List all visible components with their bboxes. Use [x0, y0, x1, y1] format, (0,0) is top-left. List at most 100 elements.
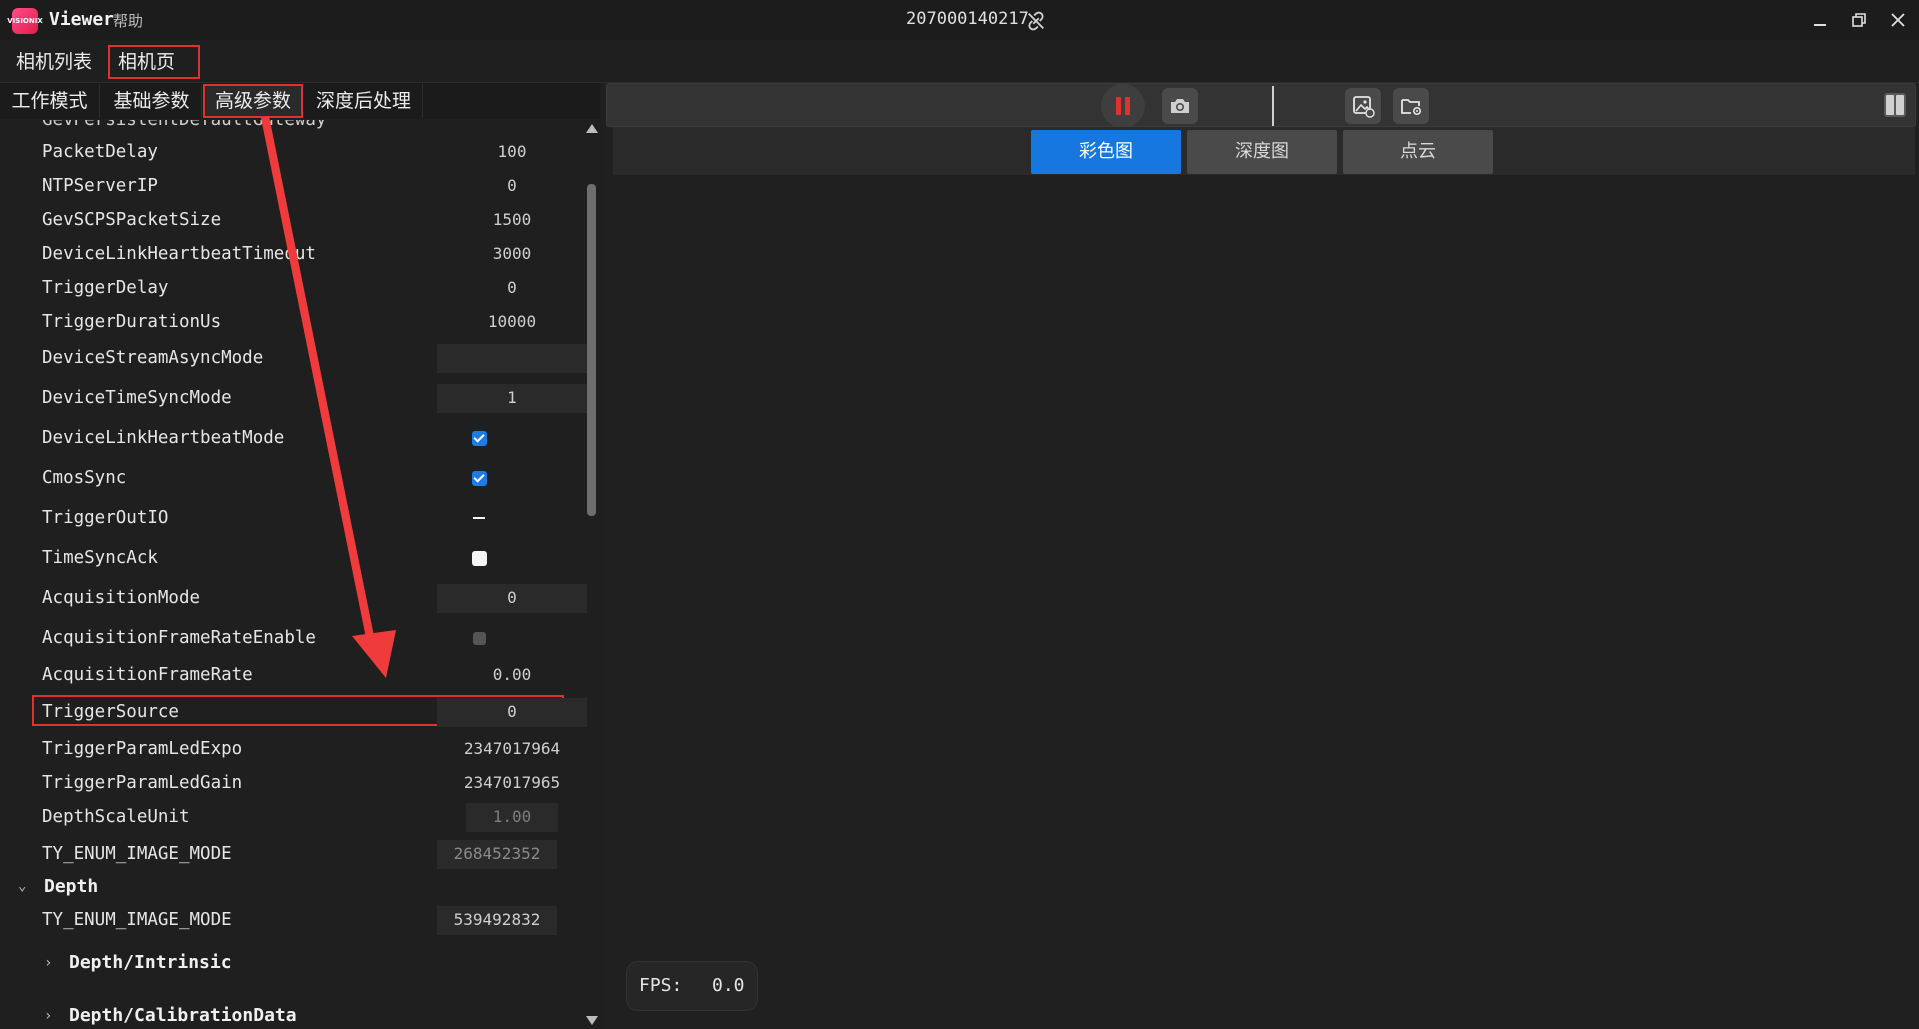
fps-value: 0.0	[712, 975, 745, 996]
chevron-down-icon[interactable]: ⌄	[18, 878, 26, 894]
title-bar: VISIONIX Viewer 帮助 207000140217	[0, 0, 1919, 40]
param-name: AcquisitionMode	[42, 588, 201, 608]
param-row-led-expo: TriggerParamLedExpo 2347017964	[0, 735, 590, 765]
param-name: TriggerParamLedExpo	[42, 739, 243, 759]
camera-serial: 207000140217	[906, 9, 1029, 29]
param-name: TY_ENUM_IMAGE_MODE	[42, 910, 232, 930]
param-value[interactable]: 3000	[437, 244, 587, 263]
param-value[interactable]: 100	[437, 142, 587, 161]
tab-point-cloud[interactable]: 点云	[1343, 130, 1493, 174]
param-value: 0	[507, 702, 517, 721]
param-row-frame-rate-enable: AcquisitionFrameRateEnable	[0, 624, 590, 654]
minimize-icon[interactable]	[1808, 8, 1832, 32]
param-row-trigger-out-io: TriggerOutIO	[0, 504, 590, 534]
scroll-down-icon[interactable]	[586, 1016, 598, 1025]
chevron-right-icon[interactable]: ›	[44, 955, 52, 971]
param-row-heartbeat-timeout: DeviceLinkHeartbeatTimeout 3000	[0, 240, 590, 270]
param-row-trigger-duration: TriggerDurationUs 10000	[0, 308, 590, 338]
toolbar-separator	[1272, 86, 1274, 126]
param-value[interactable]: 1500	[437, 210, 587, 229]
tab-advanced-params[interactable]: 高级参数	[203, 84, 303, 118]
param-checkbox-checked[interactable]	[472, 471, 487, 486]
param-name: DeviceStreamAsyncMode	[42, 348, 264, 368]
tab-basic-params[interactable]: 基础参数	[102, 84, 202, 118]
group-title-depth-calibration[interactable]: Depth/CalibrationData	[69, 1005, 297, 1026]
close-icon[interactable]	[1886, 8, 1910, 32]
parameter-panel: GevPersistentDefaultGateway PacketDelay …	[0, 120, 600, 1029]
camera-icon	[1171, 99, 1189, 113]
param-row-time-sync-ack: TimeSyncAck	[0, 544, 590, 574]
scrollbar[interactable]	[584, 120, 600, 1029]
preview-toolbar	[606, 83, 1916, 128]
param-name: TimeSyncAck	[42, 548, 158, 568]
param-row-packet-delay: PacketDelay 100	[0, 138, 590, 168]
save-image-button[interactable]	[1345, 88, 1381, 124]
param-value: 1.00	[492, 807, 532, 826]
sub-tabs: 工作模式 基础参数 高级参数 深度后处理	[0, 83, 600, 119]
group-title-depth[interactable]: Depth	[44, 876, 98, 897]
param-row-clipped: GevPersistentDefaultGateway	[0, 120, 590, 136]
pause-icon	[1116, 97, 1130, 115]
param-value[interactable]: 0	[437, 176, 587, 195]
param-row-heartbeat-mode: DeviceLinkHeartbeatMode	[0, 424, 590, 454]
param-name: NTPServerIP	[42, 176, 158, 196]
tab-color-image[interactable]: 彩色图	[1031, 130, 1181, 174]
param-name: GevSCPSPacketSize	[42, 210, 222, 230]
param-name: PacketDelay	[42, 142, 158, 162]
param-name: CmosSync	[42, 468, 127, 488]
tab-work-mode[interactable]: 工作模式	[0, 84, 100, 118]
scroll-up-icon[interactable]	[586, 124, 598, 133]
app-title: Viewer	[49, 9, 115, 30]
param-name: DeviceLinkHeartbeatMode	[42, 428, 285, 448]
folder-settings-icon	[1401, 99, 1422, 116]
save-folder-button[interactable]	[1393, 88, 1429, 124]
param-name: DepthScaleUnit	[42, 807, 190, 827]
param-row-led-gain: TriggerParamLedGain 2347017965	[0, 769, 590, 799]
param-checkbox-disabled	[473, 632, 486, 645]
tab-depth-post-processing[interactable]: 深度后处理	[305, 84, 423, 118]
main-tabs: 相机列表 相机页面	[0, 42, 1919, 103]
param-value[interactable]: 2347017964	[437, 739, 587, 758]
param-name: TriggerSource	[42, 702, 179, 722]
param-name: TY_ENUM_IMAGE_MODE	[42, 844, 232, 864]
group-title-depth-intrinsic[interactable]: Depth/Intrinsic	[69, 952, 232, 973]
image-save-icon	[1353, 96, 1375, 118]
param-name: TriggerDelay	[42, 278, 169, 298]
capture-button[interactable]	[1162, 88, 1198, 124]
pause-button[interactable]	[1101, 84, 1145, 128]
param-row-image-mode: TY_ENUM_IMAGE_MODE 268452352	[0, 840, 590, 870]
param-name: AcquisitionFrameRateEnable	[42, 628, 316, 648]
preview-pane: 彩色图 深度图 点云 FPS: 0.0	[603, 83, 1919, 1029]
param-row-trigger-delay: TriggerDelay 0	[0, 274, 590, 304]
param-row-frame-rate: AcquisitionFrameRate 0.00	[0, 661, 590, 691]
param-name: AcquisitionFrameRate	[42, 665, 253, 685]
param-dropdown[interactable]	[437, 344, 587, 373]
param-row-packet-size: GevSCPSPacketSize 1500	[0, 206, 590, 236]
view-tabs: 彩色图 深度图 点云	[613, 127, 1915, 175]
restore-icon[interactable]	[1847, 8, 1871, 32]
param-value: 539492832	[453, 910, 541, 929]
help-menu[interactable]: 帮助	[113, 10, 143, 31]
tab-camera-page[interactable]: 相机页面	[108, 45, 200, 103]
param-row-trigger-source: TriggerSource 0	[0, 695, 590, 728]
param-value: 1	[507, 388, 517, 407]
param-value: 268452352	[453, 844, 541, 863]
param-value[interactable]: 2347017965	[437, 773, 587, 792]
param-checkbox-indeterminate[interactable]	[472, 511, 487, 526]
param-value[interactable]: 10000	[437, 312, 587, 331]
param-row-stream-async-mode: DeviceStreamAsyncMode	[0, 344, 590, 374]
param-checkbox-checked[interactable]	[472, 431, 487, 446]
tab-camera-list[interactable]: 相机列表	[8, 45, 100, 79]
param-row-depth-scale-unit: DepthScaleUnit 1.00	[0, 803, 590, 833]
panel-layout-icon[interactable]	[1882, 91, 1908, 119]
param-checkbox-unchecked[interactable]	[472, 551, 487, 566]
scroll-thumb[interactable]	[587, 184, 596, 516]
chevron-right-icon[interactable]: ›	[44, 1008, 52, 1024]
param-value: 0	[507, 588, 517, 607]
param-value[interactable]: 0	[437, 278, 587, 297]
param-name: TriggerParamLedGain	[42, 773, 243, 793]
param-name: DeviceTimeSyncMode	[42, 388, 232, 408]
tab-depth-image[interactable]: 深度图	[1187, 130, 1337, 174]
fps-indicator: FPS: 0.0	[626, 961, 758, 1011]
param-value[interactable]: 0.00	[437, 665, 587, 684]
